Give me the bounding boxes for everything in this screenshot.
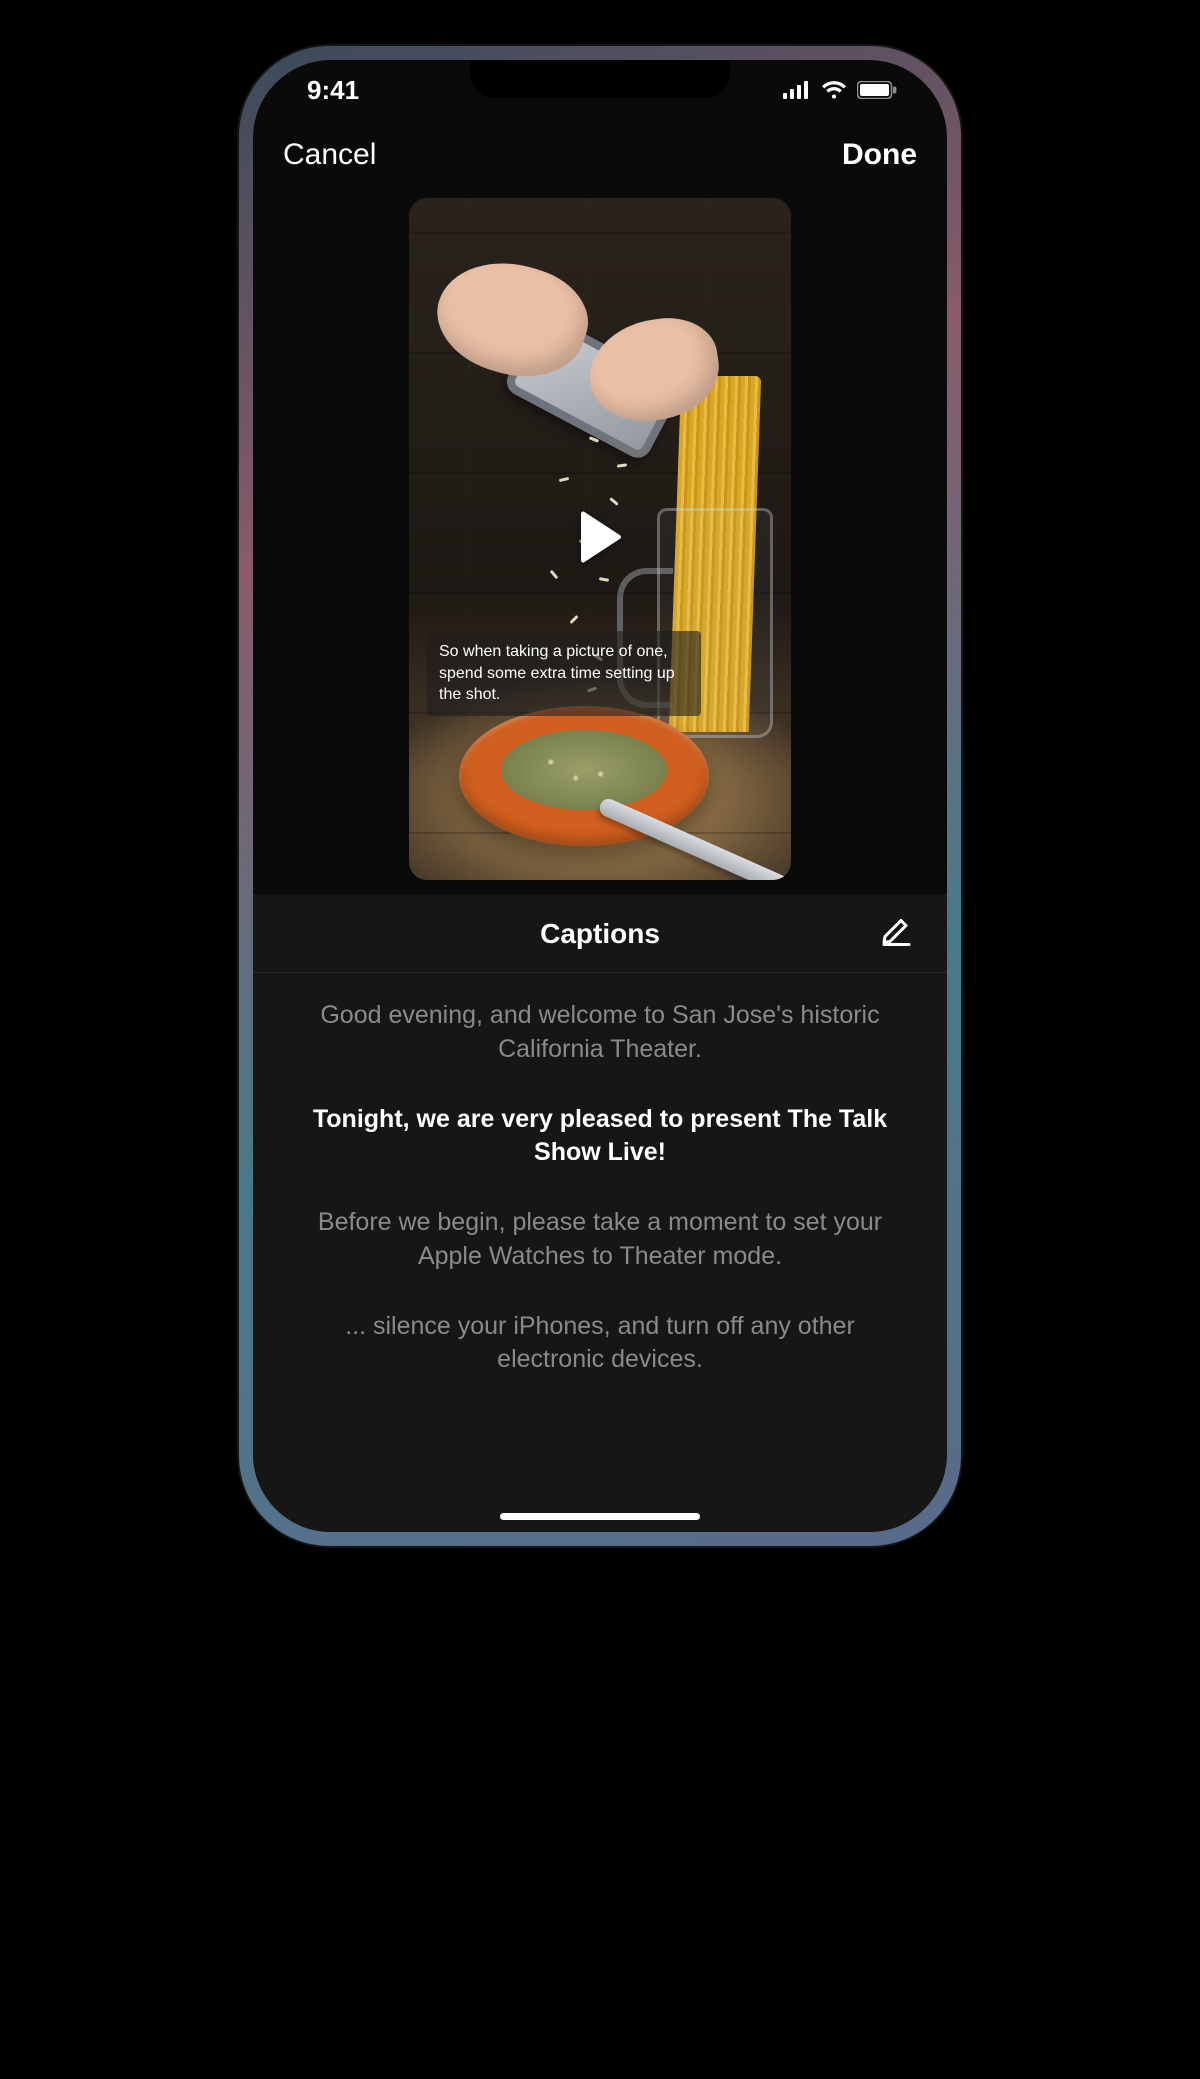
caption-line[interactable]: Good evening, and welcome to San Jose's …	[293, 999, 907, 1067]
video-preview[interactable]: So when taking a picture of one, spend s…	[409, 198, 791, 880]
device-notch	[470, 60, 730, 98]
caption-line[interactable]: Before we begin, please take a moment to…	[293, 1206, 907, 1274]
caption-line[interactable]: ... silence your iPhones, and turn off a…	[293, 1310, 907, 1378]
captions-title: Captions	[540, 918, 660, 949]
home-indicator[interactable]	[500, 1513, 700, 1520]
video-preview-container: So when taking a picture of one, spend s…	[253, 192, 947, 894]
edit-captions-button[interactable]	[879, 913, 913, 954]
done-button[interactable]: Done	[842, 138, 917, 172]
play-button[interactable]	[573, 512, 627, 566]
battery-icon	[857, 81, 897, 99]
captions-header: Captions	[253, 894, 947, 973]
status-indicators	[783, 81, 897, 99]
status-time: 9:41	[307, 75, 359, 106]
play-icon	[577, 511, 623, 568]
nav-bar: Cancel Done	[253, 120, 947, 192]
cellular-signal-icon	[783, 81, 811, 99]
video-overlay-caption: So when taking a picture of one, spend s…	[427, 631, 701, 716]
captions-list[interactable]: Good evening, and welcome to San Jose's …	[253, 973, 947, 1532]
pencil-icon	[879, 922, 913, 953]
wifi-icon	[821, 81, 847, 99]
phone-device-frame: 9:41 Cancel Done	[239, 46, 961, 1546]
phone-screen: 9:41 Cancel Done	[253, 60, 947, 1532]
scroll-fade	[253, 1452, 947, 1532]
caption-line-active[interactable]: Tonight, we are very pleased to present …	[293, 1103, 907, 1171]
cancel-button[interactable]: Cancel	[283, 138, 376, 172]
captions-panel: Captions Good evening, and welcome to Sa…	[253, 894, 947, 1532]
